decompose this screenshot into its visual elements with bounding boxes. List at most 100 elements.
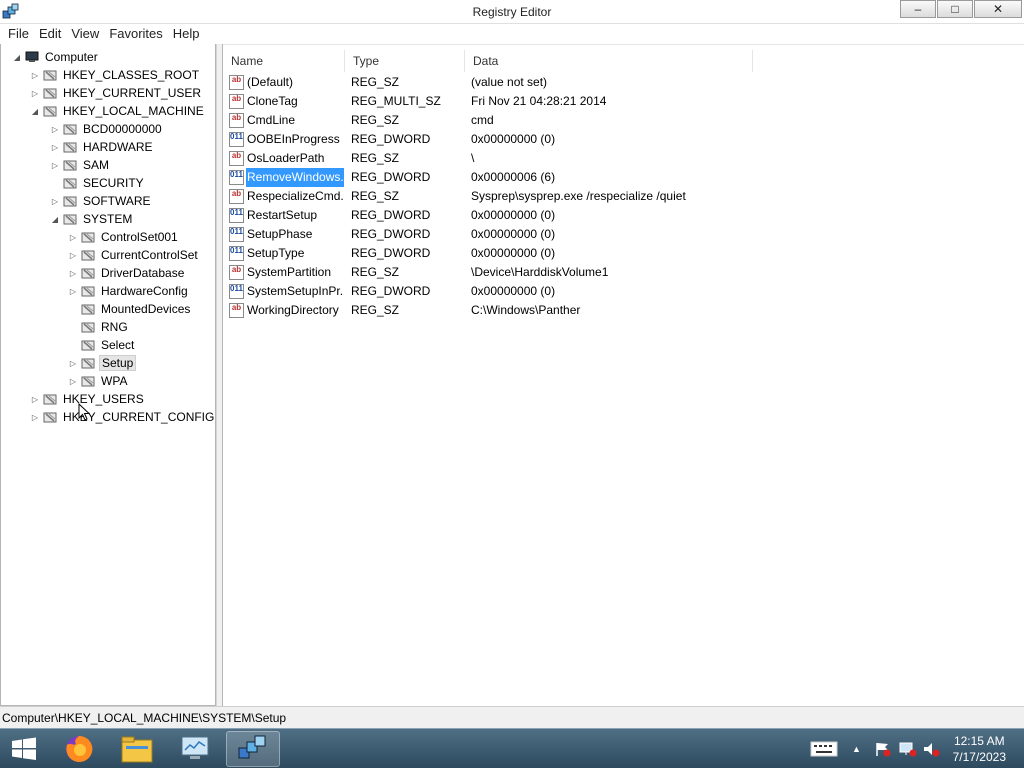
expand-arrow-icon[interactable]: ▷ [67,377,79,386]
tree-item-label: HKEY_CLASSES_ROOT [63,68,200,82]
menu-edit[interactable]: Edit [34,24,66,44]
folder-icon [81,340,95,351]
taskbar-registry-editor[interactable] [226,731,280,767]
tree-item-bcd00000000[interactable]: ▷ BCD00000000 [49,120,164,138]
system-clock[interactable]: 12:15 AM 7/17/2023 [953,733,1006,765]
expand-arrow-icon[interactable]: ▷ [29,413,41,422]
pane-splitter[interactable] [216,44,223,706]
folder-icon [43,88,57,99]
expand-arrow-icon[interactable]: ▷ [49,161,61,170]
value-row[interactable]: 011 SetupType REG_DWORD 0x00000000 (0) [229,244,989,263]
expand-arrow-icon[interactable]: ▷ [49,197,61,206]
column-header-name[interactable]: Name [223,50,345,72]
maximize-button[interactable]: □ [937,0,973,18]
value-type: REG_DWORD [351,284,431,298]
action-center-flag-icon[interactable] [874,741,892,757]
expand-arrow-icon[interactable]: ▷ [67,359,79,368]
taskbar-firefox[interactable] [52,731,106,767]
collapse-arrow-icon[interactable]: ◢ [49,215,61,224]
value-name: CmdLine [247,113,296,127]
value-row[interactable]: ab CmdLine REG_SZ cmd [229,111,989,130]
folder-icon [63,124,77,135]
tree-item-currentcontrolset[interactable]: ▷ CurrentControlSet [67,246,200,264]
value-row[interactable]: ab WorkingDirectory REG_SZ C:\Windows\Panth… [229,301,989,320]
value-row[interactable]: ab (Default) REG_SZ (value not set) [229,73,989,92]
tree-item-security[interactable]: SECURITY [49,174,146,192]
value-type: REG_SZ [351,75,400,89]
value-row[interactable]: ab RespecializeCmd... REG_SZ Sysprep\syspre… [229,187,989,206]
tree-item-rng[interactable]: RNG [67,318,130,336]
tree-item-computer[interactable]: ◢ Computer [11,48,100,66]
volume-muted-icon[interactable] [922,741,940,757]
taskbar-file-explorer[interactable] [110,731,164,767]
collapse-arrow-icon[interactable]: ◢ [11,53,23,62]
value-name: RespecializeCmd... [247,189,344,203]
folder-icon [63,178,77,189]
tree-item-label: Computer [45,50,98,64]
tree-item-hkey-current-user[interactable]: ▷ HKEY_CURRENT_USER [29,84,203,102]
keyboard-icon[interactable] [810,741,838,757]
tree-item-wpa[interactable]: ▷ WPA [67,372,129,390]
value-row[interactable]: 011 SystemSetupInPr... REG_DWORD 0x00000000… [229,282,989,301]
tree-item-controlset001[interactable]: ▷ ControlSet001 [67,228,180,246]
menu-view[interactable]: View [66,24,104,44]
minimize-button[interactable]: – [900,0,936,18]
value-row[interactable]: ab OsLoaderPath REG_SZ \ [229,149,989,168]
expand-arrow-icon[interactable]: ▷ [29,89,41,98]
values-list[interactable]: Name Type Data ab (Default) REG_SZ (value n… [223,44,1024,706]
tree-item-system[interactable]: ◢ SYSTEM [49,210,134,228]
tree-item-driverdatabase[interactable]: ▷ DriverDatabase [67,264,186,282]
key-tree[interactable]: ◢ Computer ▷ HKEY_CLASSES_ROOT ▷ HKEY_CURRENT… [0,44,216,706]
start-button[interactable] [10,737,38,761]
folder-icon [63,160,77,171]
column-header-type[interactable]: Type [345,50,465,72]
value-row[interactable]: 011 OOBEInProgress REG_DWORD 0x00000000 (0) [229,130,989,149]
value-row[interactable]: 011 RemoveWindows... REG_DWORD 0x00000006 (… [229,168,989,187]
value-row[interactable]: ab CloneTag REG_MULTI_SZ Fri Nov 21 04:28:2… [229,92,989,111]
menu-help[interactable]: Help [168,24,205,44]
expand-arrow-icon[interactable]: ▷ [67,233,79,242]
taskbar-remote-desktop[interactable] [168,731,222,767]
expand-arrow-icon[interactable]: ▷ [67,287,79,296]
value-type: REG_DWORD [351,132,431,146]
value-row[interactable]: ab SystemPartition REG_SZ \Device\HarddiskV… [229,263,989,282]
expand-arrow-icon[interactable]: ▷ [29,71,41,80]
expand-arrow-icon[interactable]: ▷ [49,125,61,134]
value-row[interactable]: 011 SetupPhase REG_DWORD 0x00000000 (0) [229,225,989,244]
value-data: 0x00000000 (0) [471,227,556,241]
value-name: WorkingDirectory [247,303,339,317]
title-bar[interactable]: Registry Editor – □ ✕ [0,0,1024,24]
expand-arrow-icon[interactable]: ▷ [67,251,79,260]
value-data: Fri Nov 21 04:28:21 2014 [471,94,607,108]
value-data: C:\Windows\Panther [471,303,581,317]
tree-item-hardwareconfig[interactable]: ▷ HardwareConfig [67,282,190,300]
value-type: REG_SZ [351,113,400,127]
close-button[interactable]: ✕ [974,0,1022,18]
tree-item-hardware[interactable]: ▷ HARDWARE [49,138,155,156]
tree-item-software[interactable]: ▷ SOFTWARE [49,192,153,210]
expand-arrow-icon[interactable]: ▷ [49,143,61,152]
network-icon[interactable] [898,741,918,757]
tree-item-label: Setup [99,355,137,371]
value-data: 0x00000000 (0) [471,246,556,260]
folder-icon [63,142,77,153]
tree-item-mounteddevices[interactable]: MountedDevices [67,300,192,318]
status-path: Computer\HKEY_LOCAL_MACHINE\SYSTEM\Setup [2,711,287,725]
value-name: SetupPhase [247,227,313,241]
value-row[interactable]: 011 RestartSetup REG_DWORD 0x00000000 (0) [229,206,989,225]
menu-favorites[interactable]: Favorites [104,24,167,44]
tree-item-sam[interactable]: ▷ SAM [49,156,111,174]
collapse-arrow-icon[interactable]: ◢ [29,107,41,116]
tree-item-hkey-classes-root[interactable]: ▷ HKEY_CLASSES_ROOT [29,66,201,84]
menu-file[interactable]: File [3,24,34,44]
column-header-data[interactable]: Data [465,50,753,72]
tree-item-select[interactable]: Select [67,336,136,354]
folder-icon [43,70,57,81]
expand-arrow-icon[interactable]: ▷ [29,395,41,404]
show-hidden-icons-arrow[interactable]: ▲ [852,741,861,757]
status-bar: Computer\HKEY_LOCAL_MACHINE\SYSTEM\Setup [0,706,1024,728]
tree-item-hkey-local-machine[interactable]: ◢ HKEY_LOCAL_MACHINE [29,102,206,120]
expand-arrow-icon[interactable]: ▷ [67,269,79,278]
tree-item-setup[interactable]: ▷ Setup [67,354,137,372]
tree-item-hkey-current-config[interactable]: ▷ HKEY_CURRENT_CONFIG [29,408,215,426]
